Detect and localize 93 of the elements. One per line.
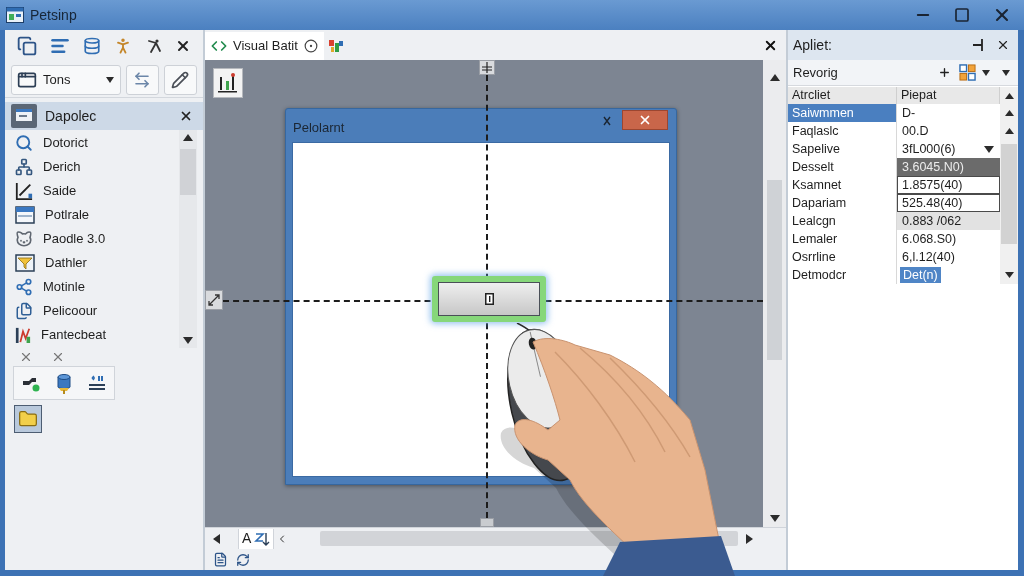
form-title: Pelolarnt [293,119,345,137]
scroll-up-icon[interactable] [1004,128,1014,134]
text-lines-icon[interactable] [86,375,107,391]
cylinder-icon[interactable] [56,372,72,394]
property-value[interactable]: 3.6045.N0) [897,158,1000,176]
document-icon[interactable] [213,552,228,567]
property-value[interactable]: 525.48(40) [897,194,1000,212]
scroll-up-icon[interactable] [183,134,193,141]
caret-icon[interactable] [105,76,114,83]
network-icon [15,158,33,176]
toolbox-item[interactable]: Dathler [5,251,179,275]
window-title: Petsinp [30,5,77,25]
stick-figure-icon[interactable] [146,38,163,54]
group-title: Dapolec [45,106,97,126]
share-nodes-icon [15,278,33,296]
cat-icon [15,230,33,248]
circle-dot-icon[interactable] [303,39,318,53]
arrows-icon [133,70,152,89]
property-value[interactable]: 6.068.S0) [897,230,1000,248]
scrollbar-thumb[interactable] [180,149,196,195]
bar-chart-icon[interactable] [213,68,243,98]
scroll-right-icon[interactable] [746,533,754,544]
toolbox-item[interactable]: Pelicoour [5,299,179,323]
form-button[interactable] [438,282,540,316]
property-value[interactable]: D- [897,104,1000,122]
plus-icon[interactable] [938,66,951,79]
sort-icon[interactable] [254,530,271,547]
resize-handle-icon[interactable] [205,290,223,310]
column-header: Piepat [897,87,1000,104]
refresh-icon[interactable] [236,552,250,567]
toolbox-item[interactable]: Derich [5,155,179,179]
pencil-icon [171,70,190,89]
cross-icon[interactable] [602,116,612,126]
folder-icon [18,409,38,429]
close-icon[interactable] [996,38,1010,52]
line-chart-icon [15,182,33,200]
scroll-down-icon[interactable] [769,515,780,522]
folder-button[interactable] [14,405,42,433]
property-value[interactable]: 6,l.12(40) [897,248,1000,266]
scroll-left-icon[interactable] [213,533,220,544]
rectangle-icon [484,293,494,305]
bar-chart-icon [15,326,31,344]
toolbox-item[interactable]: Paodle 3.0 [5,227,179,251]
close-icon[interactable] [763,38,778,53]
close-icon[interactable] [175,38,191,54]
font-button[interactable]: A [242,528,252,549]
property-value[interactable]: 0.883 /062 [897,212,1000,230]
property-value[interactable]: 00.D [897,122,1000,140]
property-value[interactable]: 3fL000(6) [897,140,1000,158]
caret-icon[interactable] [984,145,994,153]
property-value[interactable]: Det(n) [900,267,941,283]
search-icon [15,134,33,152]
pin-icon[interactable] [972,38,984,52]
editor-tab[interactable]: Visual Batit [205,32,324,60]
funnel-icon [15,254,35,272]
color-blocks-icon[interactable] [327,38,344,54]
cylinder-icon[interactable] [82,36,101,56]
panel-title: Apliet: [793,35,832,55]
close-button[interactable] [622,110,668,130]
documents-icon [15,302,33,320]
window-icon [15,206,35,224]
grid-icon[interactable] [959,64,976,81]
scrollbar-thumb[interactable] [767,180,782,360]
scroll-down-icon[interactable] [183,337,193,344]
close-icon [638,113,652,127]
scrollbar-thumb[interactable] [1001,144,1017,244]
tool-button[interactable] [125,64,159,95]
toolbox-item[interactable]: Dotorict [5,131,179,155]
scroll-up-icon[interactable] [1004,92,1014,99]
window-tile-icon [11,104,37,128]
object-name: Revorig [793,63,838,82]
toolbox-item[interactable]: Saide [5,179,179,203]
scroll-up-icon[interactable] [769,74,780,81]
property-name[interactable]: Saiwmmen [788,104,897,122]
scroll-down-icon[interactable] [1004,272,1014,278]
toolbox-item[interactable]: Fantecbeat [5,323,179,347]
caret-icon[interactable] [1002,69,1010,76]
tool-button[interactable] [163,64,197,95]
column-header: Atrcliet [788,87,897,104]
toolbox-dropdown[interactable]: Tons [11,64,121,95]
maximize-icon[interactable] [954,7,970,23]
code-icon [211,38,227,54]
app-icon [6,7,24,23]
caret-icon[interactable] [982,69,990,76]
move-handle-icon[interactable] [479,60,495,75]
close-icon[interactable] [179,109,193,123]
toolbox-item[interactable]: Potlrale [5,203,179,227]
toolbox-item[interactable]: Motinle [5,275,179,299]
copy-icon[interactable] [17,36,37,56]
property-value[interactable]: 1.8575(40) [897,176,1000,194]
guide-handle-icon[interactable] [480,518,494,527]
list-icon[interactable] [49,36,70,56]
scroll-up-icon[interactable] [1004,110,1014,116]
